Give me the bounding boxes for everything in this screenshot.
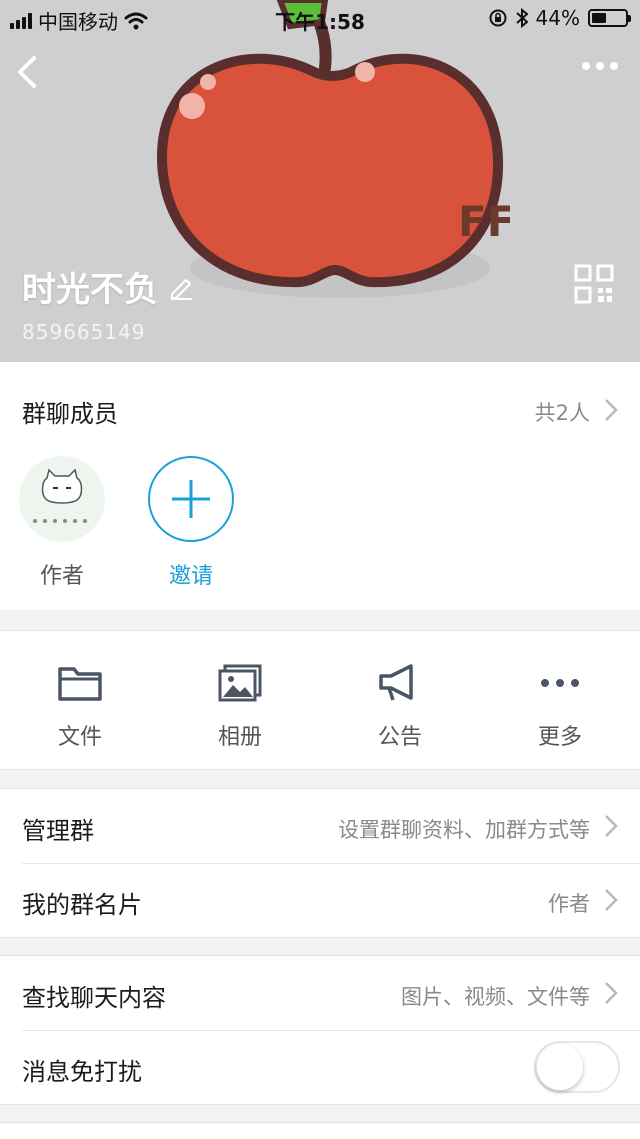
manage-section: 管理群 设置群聊资料、加群方式等 我的群名片 作者 — [0, 788, 640, 938]
battery-percent: 44% — [535, 6, 580, 30]
more-icon[interactable] — [582, 62, 618, 70]
group-name-text: 时光不负 — [22, 270, 158, 310]
members-count: 共2人 — [534, 401, 590, 425]
announcement-icon — [379, 664, 413, 701]
avatar — [19, 456, 105, 542]
search-chat-row[interactable]: 查找聊天内容 图片、视频、文件等 — [0, 956, 640, 1030]
member-item-author[interactable]: 作者 — [17, 456, 107, 590]
chevron-right-icon — [605, 982, 618, 1004]
members-header-row[interactable]: 群聊成员 共2人 — [0, 362, 640, 458]
group-name[interactable]: 时光不负 — [22, 262, 194, 311]
group-members-section: 群聊成员 共2人 作者 邀请 — [0, 362, 640, 610]
members-title: 群聊成员 — [22, 400, 118, 428]
action-label: 公告 — [377, 725, 422, 750]
chevron-right-icon — [605, 399, 618, 421]
group-id: 859665149 — [22, 320, 146, 344]
row-title: 我的群名片 — [22, 891, 142, 919]
do-not-disturb-toggle[interactable] — [534, 1041, 620, 1093]
chevron-right-icon — [605, 889, 618, 911]
row-title: 管理群 — [22, 817, 94, 845]
chat-settings-section: 查找聊天内容 图片、视频、文件等 消息免打扰 — [0, 955, 640, 1105]
row-value: 设置群聊资料、加群方式等 — [338, 818, 590, 842]
do-not-disturb-row: 消息免打扰 — [0, 1030, 640, 1104]
group-header: FF 中国移动 下午1:58 44% 时光不负 859665149 — [0, 0, 640, 362]
manage-group-row[interactable]: 管理群 设置群聊资料、加群方式等 — [0, 789, 640, 863]
folder-icon — [58, 667, 102, 701]
battery-icon — [588, 9, 631, 27]
toggle-knob — [537, 1044, 583, 1090]
next-section — [0, 1122, 640, 1139]
row-value: 图片、视频、文件等 — [401, 985, 590, 1009]
cat-avatar-icon — [33, 468, 87, 523]
invite-member-button[interactable]: 邀请 — [146, 456, 236, 590]
files-button[interactable]: 文件 — [30, 661, 130, 751]
album-button[interactable]: 相册 — [190, 661, 290, 751]
qr-code-icon[interactable] — [574, 264, 614, 304]
my-group-card-row[interactable]: 我的群名片 作者 — [0, 863, 640, 937]
row-title: 查找聊天内容 — [22, 984, 166, 1012]
invite-label: 邀请 — [168, 564, 213, 589]
row-value: 作者 — [548, 892, 590, 916]
group-avatar-apple: FF — [156, 0, 510, 298]
plus-icon — [172, 480, 210, 518]
add-member-circle — [148, 456, 234, 542]
action-label: 更多 — [537, 725, 582, 750]
quick-actions-section: 文件 相册 公告 更多 — [0, 630, 640, 770]
announcement-button[interactable]: 公告 — [350, 661, 450, 751]
status-bar: 中国移动 下午1:58 44% — [0, 0, 640, 36]
action-label: 文件 — [57, 725, 102, 750]
rotation-lock-icon — [489, 9, 507, 27]
more-icon — [541, 679, 579, 687]
back-icon[interactable] — [10, 52, 46, 92]
edit-icon[interactable] — [168, 274, 194, 300]
member-label: 作者 — [39, 564, 84, 589]
more-actions-button[interactable]: 更多 — [510, 661, 610, 751]
chevron-right-icon — [605, 815, 618, 837]
album-icon — [218, 664, 262, 702]
row-title: 消息免打扰 — [22, 1058, 142, 1086]
svg-text:FF: FF — [458, 197, 510, 246]
action-label: 相册 — [217, 725, 262, 750]
bluetooth-icon — [515, 8, 528, 28]
